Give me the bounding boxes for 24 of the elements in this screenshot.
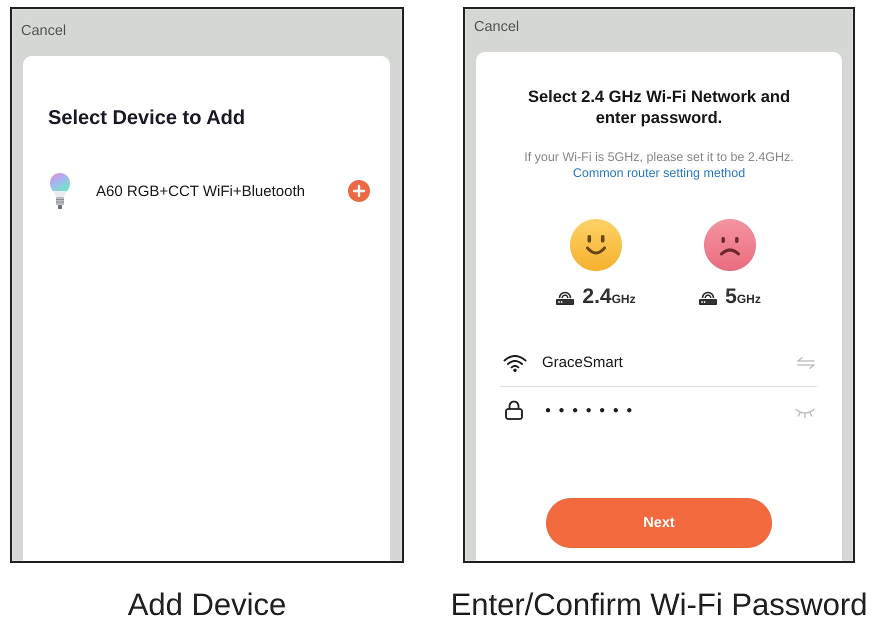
dialog-title: Select Device to Add (48, 106, 246, 130)
lock-icon (505, 400, 523, 420)
swap-arrows-icon[interactable] (797, 356, 815, 368)
password-field[interactable]: ●●●●●●● (500, 387, 817, 433)
device-name: A60 RGB+CCT WiFi+Bluetooth (96, 182, 305, 200)
wifi-icon (503, 354, 527, 372)
router-icon (556, 290, 574, 304)
band-label: 2.4GHz (582, 285, 636, 309)
router-setting-link[interactable]: Common router setting method (572, 166, 746, 180)
screen-caption: Enter/Confirm Wi-Fi Password (450, 587, 868, 623)
next-button[interactable]: Next (546, 498, 772, 548)
network-field[interactable]: GraceSmart (500, 339, 817, 387)
smiley-face-icon (570, 219, 622, 271)
cancel-button[interactable]: Cancel (474, 18, 520, 36)
sad-face-icon (704, 219, 756, 271)
hint-text: If your Wi-Fi is 5GHz, please set it to be 2.4GHz. (523, 149, 795, 165)
dialog-title: Select 2.4 GHz Wi-Fi Network and enter password. (526, 87, 792, 129)
screen-caption: Add Device (128, 587, 286, 623)
band-label: 5GHz (725, 285, 761, 309)
light-bulb-icon (49, 173, 71, 209)
eye-closed-icon[interactable] (795, 408, 815, 418)
cancel-button[interactable]: Cancel (21, 22, 66, 40)
add-icon[interactable] (348, 180, 370, 202)
router-icon (699, 290, 718, 304)
